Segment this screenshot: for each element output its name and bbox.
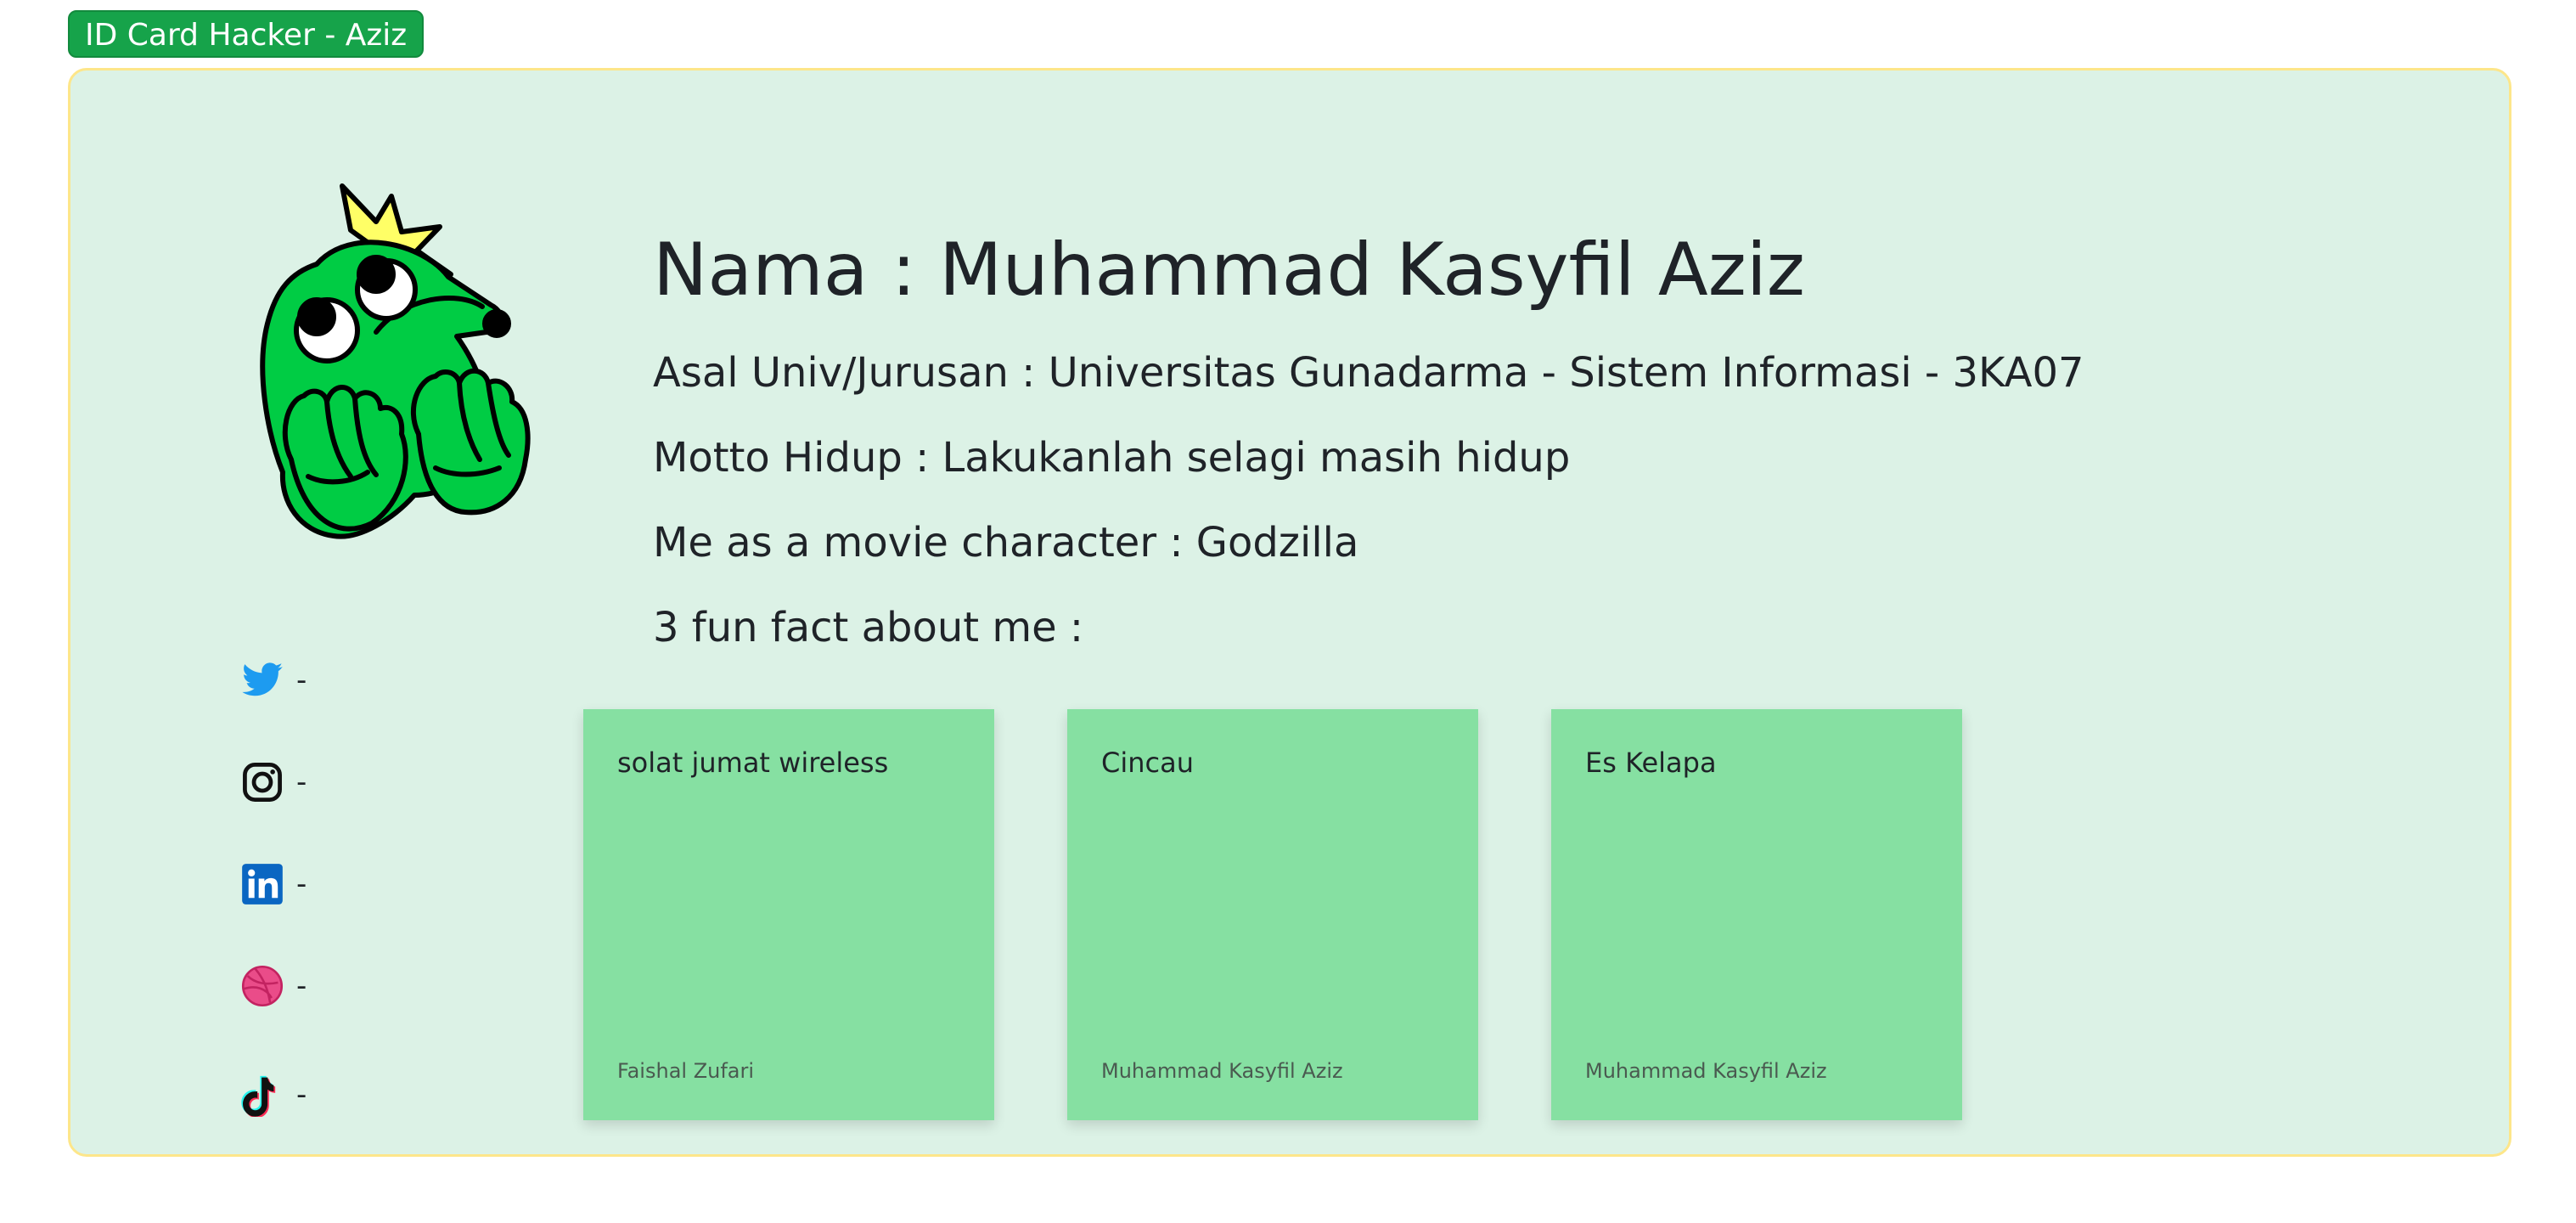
profile-motto: Motto Hidup : Lakukanlah selagi masih hi… <box>653 434 1571 482</box>
mascot-illustration <box>260 183 531 539</box>
profile-movie-character: Me as a movie character : Godzilla <box>653 519 1359 566</box>
social-linkedin-value: - <box>296 867 307 901</box>
social-linkedin[interactable]: - <box>240 860 307 908</box>
fun-fact-text: Es Kelapa <box>1585 747 1717 779</box>
social-dribbble-value: - <box>296 969 307 1003</box>
social-tiktok-value: - <box>296 1078 307 1112</box>
fun-fact-author: Muhammad Kasyfil Aziz <box>1101 1059 1343 1083</box>
profile-university: Asal Univ/Jurusan : Universitas Gunadarm… <box>653 349 2084 397</box>
fun-fact-card: Es Kelapa Muhammad Kasyfil Aziz <box>1551 709 1962 1120</box>
social-twitter[interactable]: - <box>240 657 307 704</box>
fun-fact-author: Faishal Zufari <box>617 1059 755 1083</box>
social-twitter-value: - <box>296 663 307 697</box>
instagram-icon <box>243 763 282 802</box>
page-title-badge: ID Card Hacker - Aziz <box>68 10 425 58</box>
twitter-icon <box>242 662 283 696</box>
social-dribbble[interactable]: - <box>240 962 307 1010</box>
fun-fact-card: solat jumat wireless Faishal Zufari <box>583 709 994 1120</box>
social-tiktok[interactable]: - <box>240 1071 307 1119</box>
linkedin-icon <box>242 864 283 905</box>
fun-fact-card: Cincau Muhammad Kasyfil Aziz <box>1067 709 1478 1120</box>
fun-fact-text: Cincau <box>1101 747 1194 779</box>
tiktok-icon <box>241 1075 276 1117</box>
social-instagram[interactable]: - <box>240 758 307 806</box>
fun-fact-author: Muhammad Kasyfil Aziz <box>1585 1059 1827 1083</box>
profile-name: Nama : Muhammad Kasyfil Aziz <box>653 228 1805 313</box>
mascot-nose <box>482 309 511 338</box>
fun-fact-text: solat jumat wireless <box>617 747 889 779</box>
fun-facts-heading: 3 fun fact about me : <box>653 604 1084 651</box>
id-card: - - - - - Nama: Muhammad Kasyfil Aziz A… <box>68 68 2511 1157</box>
social-instagram-value: - <box>296 765 307 799</box>
dribbble-icon <box>241 965 284 1007</box>
